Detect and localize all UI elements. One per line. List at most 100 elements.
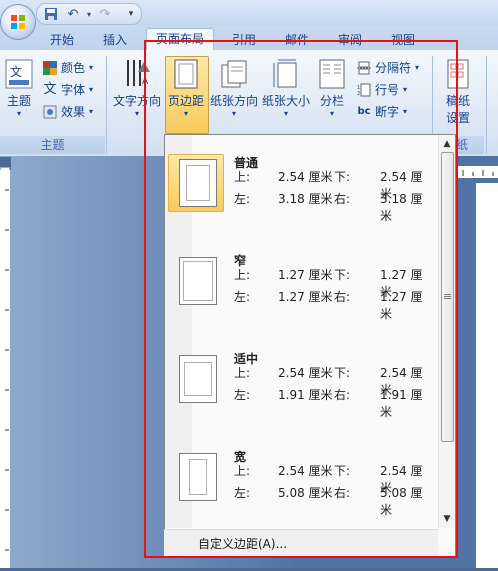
label-left: 左: [234, 486, 251, 500]
chevron-down-icon: ▾ [403, 107, 408, 116]
margins-icon [171, 56, 201, 92]
chevron-down-icon: ▾ [329, 109, 334, 118]
tab-insert[interactable]: 插入 [95, 30, 135, 50]
page-margins-wide-icon [179, 453, 217, 501]
horizontal-ruler[interactable] [455, 166, 498, 178]
theme-fonts-button[interactable]: 文 字体 ▾ [42, 80, 93, 100]
margin-preset-moderate[interactable]: 适中 上: 2.54 厘米 下: 2.54 厘米 左: 1.91 厘米 右: 1.91 厘米 [166, 338, 436, 436]
custom-margins-label: 自定义边距(A)... [198, 537, 288, 551]
chevron-down-icon: ▾ [89, 85, 94, 94]
line-numbers-button[interactable]: 12 行号 ▾ [356, 80, 407, 100]
chevron-down-icon: ▾ [415, 63, 420, 72]
text-direction-button[interactable]: A 文字方向 ▾ [110, 56, 164, 118]
value-left: 1.91 厘米 [278, 388, 333, 402]
svg-text:A: A [142, 77, 149, 87]
preset-thumbnail [168, 252, 224, 310]
tab-home[interactable]: 开始 [42, 30, 82, 50]
label-left: 左: [234, 388, 251, 402]
margin-preset-normal[interactable]: 普通 上: 2.54 厘米 下: 2.54 厘米 左: 3.18 厘米 右: 3.18 厘米 [166, 142, 436, 240]
label-top: 上: [234, 366, 251, 380]
redo-icon[interactable]: ↷ [97, 6, 113, 22]
chevron-down-icon: ▾ [183, 109, 188, 118]
label-bottom: 下: [334, 170, 351, 184]
margins-label: 页边距 [167, 94, 204, 108]
orientation-button[interactable]: 纸张方向 ▾ [208, 56, 260, 118]
grip-line [444, 294, 451, 295]
undo-icon[interactable]: ↶ [65, 6, 81, 22]
svg-text:文: 文 [10, 64, 22, 79]
value-right: 3.18 厘米 [380, 192, 423, 223]
text-direction-label: 文字方向 [112, 94, 161, 108]
chevron-down-icon: ▾ [283, 109, 288, 118]
themes-button[interactable]: 文 主题 ▾ [2, 56, 36, 118]
label-right: 右: [334, 486, 351, 500]
value-left: 5.08 厘米 [278, 486, 333, 500]
margins-button[interactable]: 页边距 ▾ [165, 56, 207, 118]
preset-thumbnail [168, 448, 224, 506]
undo-dropdown-icon[interactable]: ▾ [81, 6, 97, 22]
tab-review[interactable]: 审阅 [330, 30, 370, 50]
value-top: 1.27 厘米 [278, 268, 333, 282]
save-icon[interactable] [43, 6, 59, 22]
label-bottom: 下: [334, 464, 351, 478]
tab-page-layout[interactable]: 页面布局 [146, 28, 214, 51]
label-right: 右: [334, 290, 351, 304]
label-top: 上: [234, 268, 251, 282]
page-margins-normal-icon [179, 159, 217, 207]
theme-effects-icon [42, 104, 58, 120]
columns-button[interactable]: 分栏 ▾ [314, 56, 350, 118]
scroll-thumb[interactable] [441, 152, 454, 442]
tab-view[interactable]: 视图 [383, 30, 423, 50]
line-numbers-icon: 12 [356, 82, 372, 98]
draft-paper-label-1: 稿纸 [445, 94, 470, 108]
margin-preset-narrow[interactable]: 窄 上: 1.27 厘米 下: 1.27 厘米 左: 1.27 厘米 右: 1.27 厘米 [166, 240, 436, 338]
label-bottom: 下: [334, 366, 351, 380]
draft-paper-label-2: 设置 [445, 111, 470, 125]
value-left: 3.18 厘米 [278, 192, 333, 206]
chevron-down-icon: ▾ [231, 109, 236, 118]
grip-line [444, 296, 451, 297]
hyphenation-icon: bc [357, 106, 371, 117]
page-break-icon [356, 60, 372, 76]
tab-references[interactable]: 引用 [224, 30, 264, 50]
breaks-label: 分隔符 [375, 61, 412, 75]
group-divider [106, 56, 107, 154]
hyphenation-button[interactable]: bc 断字 ▾ [356, 102, 407, 122]
breaks-button[interactable]: 分隔符 ▾ [356, 58, 419, 78]
document-page[interactable] [476, 183, 498, 568]
preset-thumbnail [168, 350, 224, 408]
theme-colors-label: 颜色 [61, 61, 86, 75]
theme-colors-button[interactable]: 颜色 ▾ [42, 58, 93, 78]
scroll-up-icon[interactable]: ▲ [439, 137, 455, 151]
paper-size-button[interactable]: 纸张大小 ▾ [260, 56, 312, 118]
vertical-ruler[interactable] [0, 170, 11, 568]
quick-access-toolbar: ↶ ▾ ↷ ▾ [36, 3, 142, 25]
theme-fonts-icon: 文 [43, 82, 57, 97]
value-top: 2.54 厘米 [278, 170, 333, 184]
group-label-themes: 主题 [0, 136, 105, 154]
margin-preset-wide[interactable]: 宽 上: 2.54 厘米 下: 2.54 厘米 左: 5.08 厘米 右: 5.08 厘米 [166, 436, 436, 534]
label-top: 上: [234, 170, 251, 184]
theme-effects-button[interactable]: 效果 ▾ [42, 102, 93, 122]
page-margins-narrow-icon [179, 257, 217, 305]
value-left: 1.27 厘米 [278, 290, 333, 304]
custom-margins-menu-item[interactable]: 自定义边距(A)... [164, 529, 438, 557]
office-logo-icon [11, 15, 25, 29]
text-direction-icon: A [122, 56, 152, 92]
value-top: 2.54 厘米 [278, 464, 333, 478]
draft-paper-button[interactable]: 稿纸 设置 [440, 56, 476, 126]
tab-mailings[interactable]: 邮件 [277, 30, 317, 50]
label-left: 左: [234, 192, 251, 206]
customize-qat-icon[interactable]: ▾ [123, 6, 139, 22]
value-right: 1.27 厘米 [380, 290, 423, 321]
themes-dropdown-icon: ▾ [16, 109, 21, 118]
label-right: 右: [334, 192, 351, 206]
preset-thumbnail [168, 154, 224, 212]
menu-scrollbar[interactable]: ▲ ▼ [438, 136, 455, 528]
draft-paper-icon [443, 56, 473, 92]
office-button[interactable] [0, 4, 36, 40]
paper-size-icon [271, 56, 301, 92]
scroll-down-icon[interactable]: ▼ [439, 512, 455, 526]
label-left: 左: [234, 290, 251, 304]
columns-icon [317, 56, 347, 92]
